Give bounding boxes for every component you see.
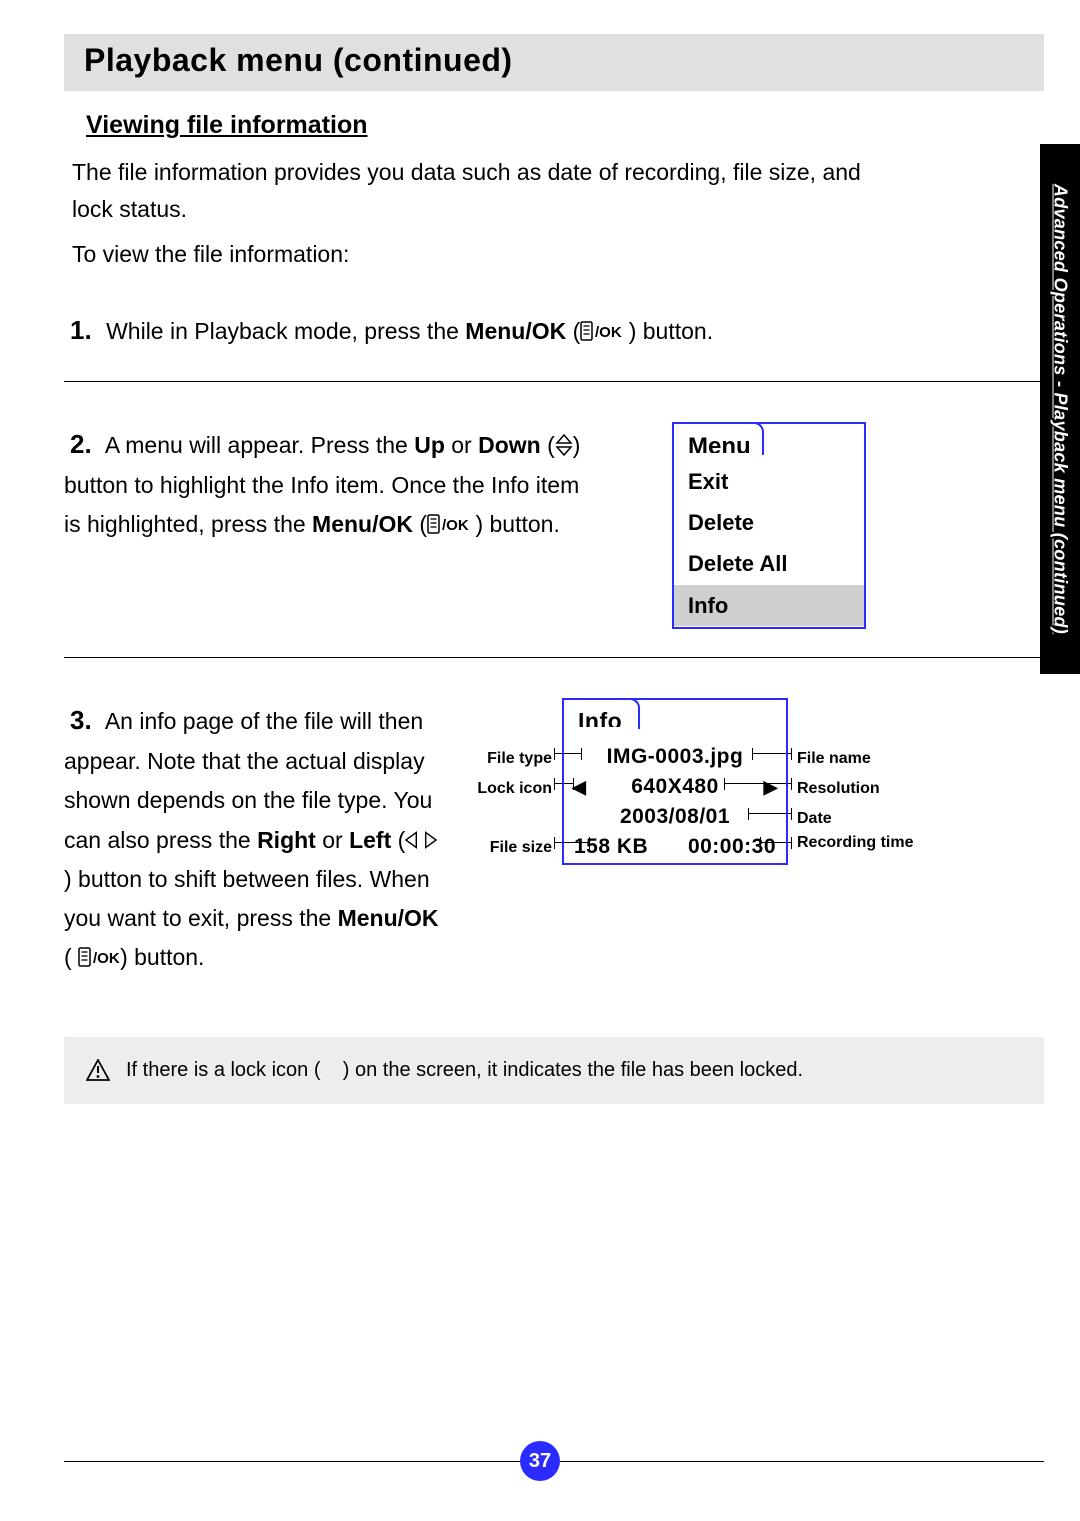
menu-tab: Menu [672,422,764,455]
menu-ok-icon: /OK [580,320,622,342]
note-text: If there is a lock icon ( ) on the scree… [126,1059,803,1082]
intro-paragraph-2: To view the file information: [72,236,892,273]
info-rec-time: 00:00:30 [688,829,776,865]
info-file-size: 158 KB [574,829,648,865]
warning-icon [86,1059,110,1081]
subsection-heading: Viewing file information [86,111,1044,140]
step-2-text: A menu will appear. Press the Up or Down… [64,432,580,537]
callout-file-size: File size [452,834,552,861]
step-1-number: 1. [70,308,92,352]
step-3: 3. An info page of the file will then ap… [64,698,1044,1017]
step-divider [64,657,1044,658]
menu-item-delete-all: Delete All [674,543,864,584]
step-2-number: 2. [70,422,92,466]
svg-text:/OK: /OK [93,950,120,967]
step-1-text: While in Playback mode, press the Menu/O… [106,318,713,344]
left-right-icon [405,829,437,851]
menu-item-exit: Exit [674,461,864,502]
menu-ok-icon: /OK [78,946,120,968]
step-divider [64,381,1044,382]
info-date: 2003/08/01 [564,797,786,827]
section-heading: Playback menu (continued) [64,34,1044,91]
info-file-name: IMG-0003.jpg [564,737,786,767]
callout-rec-time: Recording time [797,834,897,852]
note-box: If there is a lock icon ( ) on the scree… [64,1037,1044,1104]
svg-text:/OK: /OK [595,324,622,341]
menu-ok-icon: /OK [427,513,469,535]
intro-paragraph-1: The file information provides you data s… [72,154,892,228]
page-title: Playback menu (continued) [84,42,1026,79]
menu-item-delete: Delete [674,502,864,543]
section-side-tab: Advanced Operations - Playback menu (con… [1040,144,1080,674]
callout-date: Date [797,805,897,832]
up-down-icon [555,434,573,456]
callout-resolution: Resolution [797,775,897,802]
menu-item-info: Info [674,585,864,626]
step-3-text: An info page of the file will then appea… [64,708,439,970]
callout-file-name: File name [797,745,897,772]
info-size-time: 158 KB 00:00:30 [564,827,786,857]
step-3-number: 3. [70,698,92,742]
steps-list: 1. While in Playback mode, press the Men… [64,308,1044,1017]
info-resolution: ◀ 640X480 ▶ [564,767,786,797]
callout-lock-icon: Lock icon [452,775,552,802]
callout-file-type: File type [452,745,552,772]
section-side-tab-label: Advanced Operations - Playback menu (con… [1050,184,1071,634]
step-1: 1. While in Playback mode, press the Men… [64,308,1044,421]
svg-text:/OK: /OK [442,517,469,534]
info-tab: Info [562,698,640,729]
info-figure: File type Lock icon File size File name … [452,698,877,865]
page-number: 37 [520,1441,560,1481]
step-2: 2. A menu will appear. Press the Up or D… [64,422,1044,699]
menu-figure: Menu Exit Delete Delete All Info [672,422,866,630]
